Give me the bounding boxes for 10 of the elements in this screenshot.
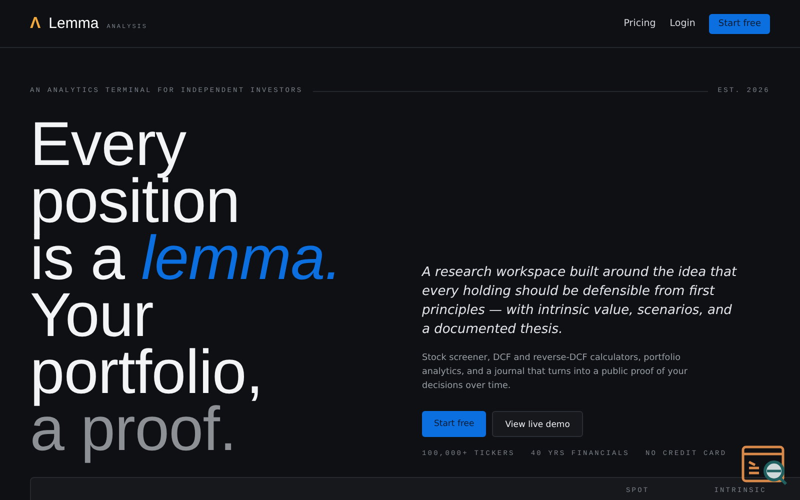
brand-name[interactable]: Lemma [48, 14, 99, 32]
start-free-button[interactable]: Start free [422, 411, 486, 437]
start-free-button[interactable]: Start free [709, 14, 770, 34]
body-paragraph: Stock screener, DCF and reverse-DCF calculators, portfolio analytics, and a journal that turns into a public proof of your decisions over time. [422, 352, 688, 393]
demo-button[interactable]: View live demo [492, 411, 583, 437]
logo-mark: Λ [30, 14, 41, 32]
nav-link[interactable]: Pricing [624, 18, 656, 29]
lead-paragraph: A research workspace built around the idea that every holding should be defensible from first principles — with intrinsic value, scenarios, and a documented thesis. [422, 264, 738, 339]
browser-search-icon[interactable] [741, 445, 789, 487]
nav-link[interactable]: Login [670, 18, 696, 29]
